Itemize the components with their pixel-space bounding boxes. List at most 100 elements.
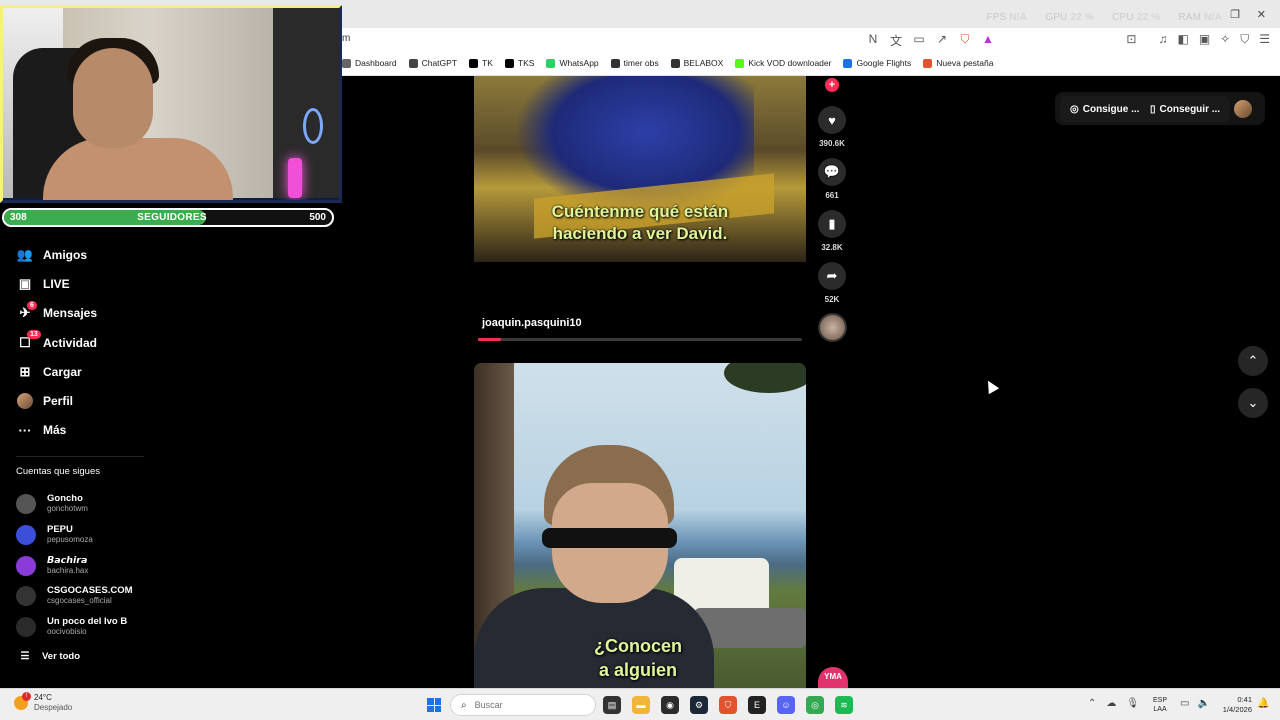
brave-rewards-icon[interactable]: ▲ — [981, 32, 995, 49]
music-disc-icon[interactable] — [818, 313, 847, 342]
spotify-icon[interactable]: ≋ — [835, 696, 853, 714]
friends-icon: 👥 — [16, 246, 34, 262]
wallet-icon[interactable]: ▣ — [1199, 32, 1210, 47]
video-progress-bar[interactable] — [478, 338, 802, 341]
chrome-icon[interactable]: ◎ — [806, 696, 824, 714]
video-2-caption: ¿Conocen a alguien — [568, 634, 708, 682]
network-icon[interactable]: ▭ — [1180, 698, 1189, 709]
dashboard-icon — [342, 58, 351, 68]
taskbar-search-input[interactable] — [474, 700, 545, 710]
bookmark-9[interactable]: Nueva pestaña — [923, 58, 993, 68]
brave-shield-icon[interactable]: ⛉ — [958, 32, 972, 49]
tiktok-icon — [469, 58, 479, 68]
volume-icon[interactable]: 🔈 — [1197, 698, 1209, 709]
restore-window-icon[interactable]: ❐ — [1230, 8, 1240, 21]
translate-icon[interactable]: 文 — [889, 32, 903, 49]
notification-badge: 6 — [27, 300, 37, 310]
obs-app-icon[interactable]: ◉ — [661, 696, 679, 714]
notification-badge: 13 — [27, 329, 41, 339]
profile-avatar[interactable] — [1234, 100, 1252, 118]
bookmark-6[interactable]: BELABOX — [670, 58, 723, 68]
bookmark-0[interactable]: Dashboard — [342, 58, 397, 68]
bookmark-2[interactable]: TK — [469, 58, 493, 68]
share-action[interactable]: ➦ 52K — [818, 262, 846, 304]
follow-plus-button[interactable]: + — [825, 78, 839, 92]
task-view-icon[interactable]: ▤ — [603, 696, 621, 714]
screenshot-icon[interactable]: ⊡ — [1126, 32, 1136, 47]
show-hidden-icons[interactable]: ⌃ — [1088, 698, 1096, 709]
brave-browser-icon[interactable]: ⛉ — [719, 696, 737, 714]
comment-icon[interactable]: 💬 — [818, 158, 846, 186]
bookmark-label: TKS — [517, 58, 535, 68]
followers-goal-label: SEGUIDORES — [137, 212, 207, 223]
phone-icon: ▯ — [1150, 103, 1156, 115]
steam-icon[interactable]: ⚙ — [690, 696, 708, 714]
heart-icon[interactable]: ♥ — [818, 106, 846, 134]
language-indicator[interactable]: ESP LAA — [1153, 696, 1167, 714]
get-coins-button[interactable]: ◎ Consigue ... — [1060, 96, 1150, 122]
cpu-value: 22 % — [1136, 12, 1161, 23]
vpn-icon[interactable]: ⛉ — [1240, 32, 1249, 47]
taskbar-search[interactable]: ⌕ — [450, 694, 596, 716]
bookmark-label: ChatGPT — [421, 58, 458, 68]
notifications-icon[interactable]: 🔔 — [1257, 698, 1269, 709]
sidebar-toggle-icon[interactable]: ◧ — [1177, 32, 1188, 47]
author-avatar-2[interactable]: YMA — [818, 667, 848, 689]
sidebar-item-friends[interactable]: 👥 Amigos — [16, 240, 146, 269]
file-explorer-icon[interactable]: ▬ — [632, 696, 650, 714]
share-icon[interactable]: ↗ — [935, 32, 949, 49]
chevron-up-icon: ⌃ — [1247, 353, 1259, 368]
sidebar-item-live[interactable]: ▣ LIVE — [16, 269, 146, 298]
next-video-button[interactable]: ⌄ — [1238, 388, 1268, 418]
following-item[interactable]: CSGOCASES.COM csgocases_official — [16, 581, 156, 612]
sidebar-item-profile[interactable]: Perfil — [16, 386, 146, 415]
sidebar-item-more[interactable]: ··· Más — [16, 416, 146, 445]
following-username: csgocases_official — [47, 596, 112, 606]
get-app-button[interactable]: ▯ Conseguir ... — [1140, 96, 1231, 122]
bookmark-1[interactable]: ChatGPT — [408, 58, 458, 68]
following-item[interactable]: Goncho gonchotwm — [16, 489, 156, 520]
share-count: 52K — [824, 295, 840, 304]
sidebar-item-messages[interactable]: ✈ 6 Mensajes — [16, 299, 146, 328]
start-button[interactable] — [427, 698, 441, 712]
url-text[interactable]: m — [342, 33, 350, 44]
microphone-icon[interactable]: 🎙 — [1126, 698, 1139, 709]
system-clock[interactable]: 0:41 1/4/2026 — [1214, 695, 1252, 715]
onedrive-icon[interactable]: ☁ — [1106, 698, 1116, 709]
epic-games-icon[interactable]: E — [748, 696, 766, 714]
bookmark-3[interactable]: TKS — [504, 58, 535, 68]
sidebar-item-activity[interactable]: ☐ 13 Actividad — [16, 328, 146, 357]
media-icon[interactable]: ♫ — [1158, 32, 1167, 47]
avatar — [16, 586, 36, 607]
weather-widget[interactable]: ! 24°C Despejado — [14, 692, 72, 713]
following-item[interactable]: PEPU pepusomoza — [16, 520, 156, 551]
bookmark-5[interactable]: timer obs — [610, 58, 659, 68]
leo-ai-icon[interactable]: ✧ — [1220, 32, 1230, 47]
close-window-icon[interactable]: ✕ — [1257, 8, 1266, 21]
cast-icon[interactable]: ▭ — [912, 32, 926, 49]
profile-avatar — [16, 392, 34, 410]
sidebar-item-upload[interactable]: ⊞ Cargar — [16, 357, 146, 386]
previous-video-button[interactable]: ⌃ — [1238, 346, 1268, 376]
reader-mode-icon[interactable]: N — [866, 32, 880, 49]
following-name: 𝘽𝙖𝙘𝙝𝙞𝙧𝙖 — [47, 554, 88, 566]
followers-current: 308 — [10, 212, 27, 223]
like-action[interactable]: ♥ 390.6K — [818, 106, 846, 148]
share-arrow-icon[interactable]: ➦ — [818, 262, 846, 290]
sidebar-item-label: Cargar — [43, 364, 82, 379]
following-item[interactable]: Un poco del Ivo Boocivobisio — [16, 612, 156, 643]
ram-label: RAM — [1178, 12, 1202, 23]
discord-icon[interactable]: ☺ — [777, 696, 795, 714]
bookmark-icon[interactable]: ▮ — [818, 210, 846, 238]
comment-action[interactable]: 💬 661 — [818, 158, 846, 200]
see-all-link[interactable]: ☰ Ver todo — [20, 647, 81, 665]
coin-icon: ◎ — [1070, 103, 1079, 115]
save-action[interactable]: ▮ 32.8K — [818, 210, 846, 252]
video-author[interactable]: joaquin.pasquini10 — [482, 317, 582, 329]
bookmark-7[interactable]: Kick VOD downloader — [735, 58, 831, 68]
following-item[interactable]: 𝘽𝙖𝙘𝙝𝙞𝙧𝙖 bachira.hax — [16, 550, 156, 581]
following-username: gonchotwm — [47, 504, 88, 514]
menu-icon[interactable]: ☰ — [1259, 32, 1270, 47]
bookmark-8[interactable]: Google Flights — [843, 58, 911, 68]
bookmark-4[interactable]: WhatsApp — [546, 58, 599, 68]
